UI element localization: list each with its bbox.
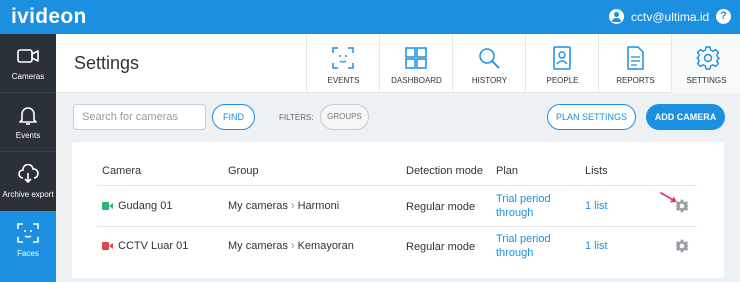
- page-title: Settings: [74, 53, 140, 73]
- tab-history[interactable]: HISTORY: [452, 34, 525, 93]
- sidebar-item-label: Cameras: [11, 72, 45, 81]
- bell-icon: [19, 107, 37, 125]
- breadcrumb-separator: ›: [290, 200, 295, 212]
- groups-filter-button[interactable]: GROUPS: [320, 104, 369, 130]
- user-menu[interactable]: cctv@ultima.id: [609, 9, 709, 24]
- detection-mode: Regular mode: [406, 241, 476, 253]
- row-divider: [97, 185, 697, 186]
- plan-line: through: [496, 207, 534, 219]
- plan-line: Trial period: [496, 193, 551, 205]
- group-root: My cameras: [228, 200, 288, 212]
- face-scan-icon: [332, 47, 354, 69]
- top-bar: ivideon cctv@ultima.id ?: [0, 0, 740, 34]
- find-button[interactable]: FIND: [212, 104, 255, 130]
- column-header-detection-mode: Detection mode: [406, 165, 484, 177]
- sidebar: Cameras Events Archive export Faces: [0, 34, 56, 282]
- person-card-icon: [553, 46, 571, 70]
- sidebar-item-faces[interactable]: Faces: [0, 211, 56, 282]
- tab-reports[interactable]: REPORTS: [598, 34, 671, 93]
- tab-label: SETTINGS: [686, 76, 727, 85]
- camera-name[interactable]: Gudang 01: [118, 200, 172, 212]
- tab-label: DASHBOARD: [391, 76, 442, 85]
- sidebar-item-events[interactable]: Events: [0, 93, 56, 151]
- dashboard-icon: [405, 47, 427, 69]
- group-root: My cameras: [228, 240, 288, 252]
- group-breadcrumb[interactable]: My cameras › Kemayoran: [228, 240, 354, 252]
- gear-icon[interactable]: [675, 239, 689, 253]
- tab-dashboard[interactable]: DASHBOARD: [379, 34, 452, 93]
- tab-label: REPORTS: [616, 76, 655, 85]
- camera-status-online-icon: [102, 202, 113, 210]
- search-input[interactable]: [73, 104, 206, 130]
- gear-icon: [696, 46, 720, 70]
- column-header-group: Group: [228, 165, 259, 177]
- face-scan-icon: [17, 223, 39, 243]
- lists-link[interactable]: 1 list: [585, 240, 608, 252]
- tab-label: PEOPLE: [546, 76, 579, 85]
- camera-name[interactable]: CCTV Luar 01: [118, 240, 188, 252]
- tab-events[interactable]: EVENTS: [306, 34, 379, 93]
- cloud-download-icon: [18, 164, 39, 184]
- column-header-lists: Lists: [585, 165, 608, 177]
- camera-icon: [17, 49, 39, 63]
- ivideon-logo[interactable]: ivideon: [11, 5, 87, 29]
- plan-line: through: [496, 247, 534, 259]
- plan-settings-button[interactable]: PLAN SETTINGS: [547, 104, 636, 130]
- lists-link[interactable]: 1 list: [585, 200, 608, 212]
- page-header: Settings EVENTS DASHBOARD HISTORY PEOPLE…: [56, 34, 740, 93]
- plan-line: Trial period: [496, 233, 551, 245]
- sidebar-item-label: Faces: [17, 249, 39, 258]
- group-breadcrumb[interactable]: My cameras › Harmoni: [228, 200, 339, 212]
- tab-settings[interactable]: SETTINGS: [671, 34, 740, 93]
- sidebar-item-cameras[interactable]: Cameras: [0, 34, 56, 92]
- sidebar-item-archive-export[interactable]: Archive export: [0, 152, 56, 210]
- user-icon: [609, 9, 624, 24]
- help-icon[interactable]: ?: [716, 9, 731, 24]
- pointer-arrow-icon: [660, 192, 677, 203]
- breadcrumb-separator: ›: [290, 240, 295, 252]
- user-email: cctv@ultima.id: [631, 9, 710, 24]
- filters-label: FILTERS:: [279, 113, 314, 122]
- column-header-camera: Camera: [102, 165, 142, 177]
- column-header-plan: Plan: [496, 165, 519, 177]
- search-icon: [479, 48, 500, 69]
- tab-label: HISTORY: [471, 76, 508, 85]
- sidebar-item-label: Archive export: [2, 190, 54, 199]
- tab-people[interactable]: PEOPLE: [525, 34, 598, 93]
- detection-mode: Regular mode: [406, 201, 476, 213]
- camera-status-offline-icon: [102, 242, 113, 250]
- document-icon: [627, 46, 644, 70]
- tab-label: EVENTS: [327, 76, 360, 85]
- row-divider: [97, 226, 697, 227]
- sidebar-item-label: Events: [15, 131, 41, 140]
- add-camera-button[interactable]: ADD CAMERA: [646, 104, 725, 130]
- group-name: Harmoni: [297, 200, 340, 212]
- plan-link[interactable]: Trial period through: [496, 232, 551, 260]
- group-name: Kemayoran: [297, 240, 354, 252]
- plan-link[interactable]: Trial period through: [496, 192, 551, 220]
